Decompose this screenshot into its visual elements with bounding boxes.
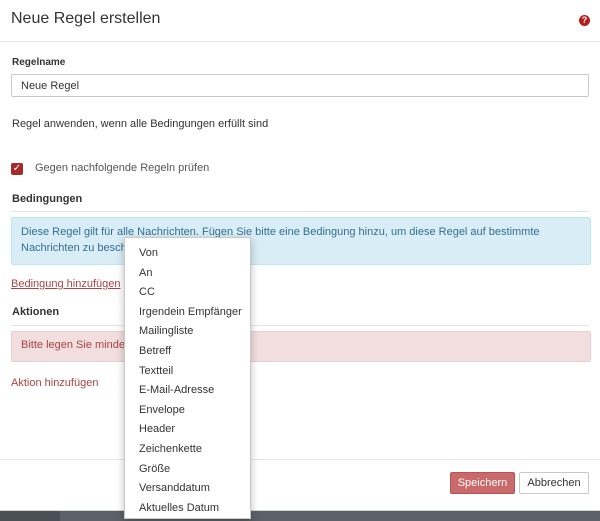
dropdown-option-email-address[interactable]: E-Mail-Adresse (125, 381, 250, 401)
condition-type-dropdown[interactable]: Von An CC Irgendein Empfänger Mailinglis… (124, 237, 251, 519)
checkmark-icon: ✓ (12, 163, 22, 174)
dropdown-option-string[interactable]: Zeichenkette (125, 440, 250, 460)
dropdown-option-cc[interactable]: CC (125, 283, 250, 303)
dropdown-option-envelope[interactable]: Envelope (125, 401, 250, 421)
actions-warning-alert: Bitte legen Sie mindes (11, 331, 591, 362)
dropdown-option-subject[interactable]: Betreff (125, 342, 250, 362)
dropdown-option-header[interactable]: Header (125, 420, 250, 440)
footer-divider (0, 459, 600, 460)
conditions-title: Bedingungen (12, 193, 83, 205)
info-alert-line-1: Diese Regel gilt für alle Nachrichten. F… (21, 226, 540, 238)
dropdown-option-size[interactable]: Größe (125, 460, 250, 480)
dropdown-option-any-recipient[interactable]: Irgendein Empfänger (125, 303, 250, 323)
add-action-link[interactable]: Aktion hinzufügen (11, 377, 98, 389)
dropdown-option-an[interactable]: An (125, 264, 250, 284)
rulename-label: Regelname (12, 57, 66, 68)
dropdown-option-mailinglist[interactable]: Mailingliste (125, 322, 250, 342)
check-following-rules-checkbox[interactable]: ✓ (11, 163, 23, 175)
question-circle-icon[interactable]: ? (579, 15, 590, 26)
actions-title: Aktionen (12, 306, 60, 318)
check-following-rules-label[interactable]: Gegen nachfolgende Regeln prüfen (35, 162, 209, 174)
create-rule-dialog: Neue Regel erstellen ? Regelname Regel a… (0, 0, 600, 511)
dialog-header: Neue Regel erstellen ? (0, 0, 600, 42)
apply-rule-text: Regel anwenden, wenn alle Bedingungen er… (12, 118, 269, 130)
cancel-button[interactable]: Abbrechen (519, 472, 589, 494)
dropdown-option-sent-date[interactable]: Versanddatum (125, 479, 250, 499)
dialog-title: Neue Regel erstellen (11, 10, 161, 27)
dropdown-option-current-date[interactable]: Aktuelles Datum (125, 499, 250, 519)
rulename-input[interactable] (11, 74, 589, 97)
conditions-info-alert: Diese Regel gilt für alle Nachrichten. F… (11, 217, 591, 265)
dropdown-option-body[interactable]: Textteil (125, 362, 250, 382)
dropdown-option-von[interactable]: Von (125, 244, 250, 264)
info-alert-line-2: Nachrichten zu beschr (21, 242, 131, 254)
add-condition-link[interactable]: Bedingung hinzufügen (11, 278, 120, 290)
save-button[interactable]: Speichern (450, 472, 515, 494)
actions-divider (11, 325, 589, 326)
conditions-divider (11, 211, 589, 212)
